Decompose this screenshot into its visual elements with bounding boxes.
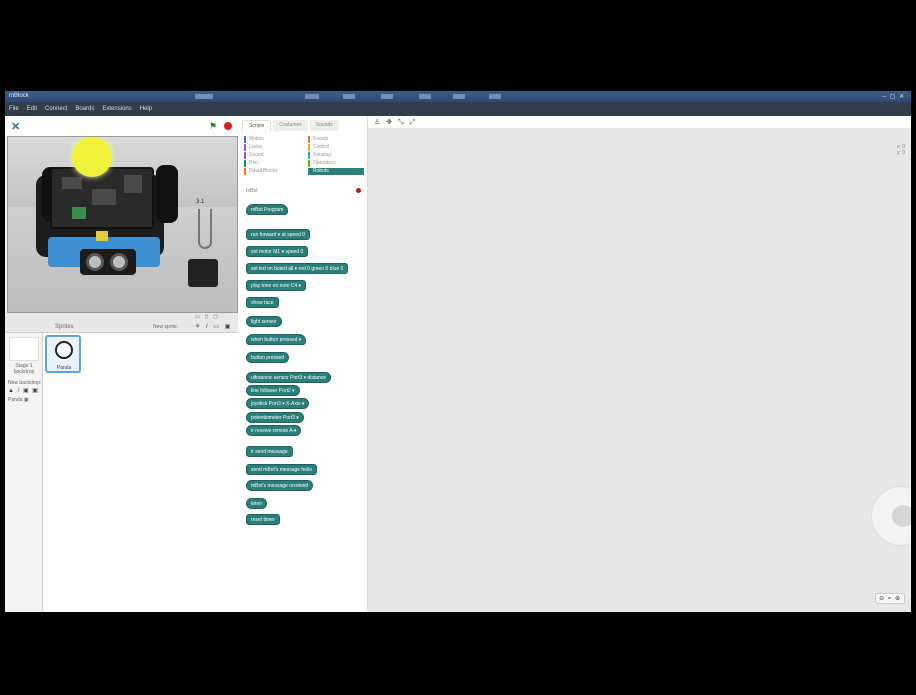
zoom-controls[interactable]: ⊖ = ⊕ — [875, 593, 905, 604]
menu-file[interactable]: File — [9, 106, 19, 112]
usb-cable — [198, 209, 212, 249]
block-show-face[interactable]: show face — [246, 297, 279, 308]
category-sound[interactable]: Sound — [244, 152, 300, 159]
sprites-label: Sprites — [55, 324, 74, 330]
block-reset-timer[interactable]: reset timer — [246, 514, 280, 525]
green-flag-icon[interactable]: ⚑ — [209, 121, 217, 132]
taskbar-icon[interactable] — [489, 94, 501, 99]
window-controls[interactable]: – ▢ ✕ — [883, 93, 905, 100]
stage-size-controls[interactable]: ▭ ▯ ▢ — [195, 314, 220, 320]
block-categories: Motion Looks Sound Pen Data&Blocks Events Cont… — [244, 136, 364, 180]
fullscreen-icon[interactable]: ✕ — [11, 120, 20, 133]
script-tools[interactable]: ♙ ✥ ⤡ ⤢ — [374, 118, 417, 127]
block-mbot-s-message-received[interactable]: mBot's message received — [246, 480, 314, 491]
scroll-wheel-knob[interactable] — [892, 505, 911, 527]
block-joystick-port3-x-axis[interactable]: joystick Port3 ▾ X-Axis ▾ — [246, 398, 310, 409]
cable-label: 3.1 — [196, 199, 205, 205]
robot-wheel-right — [156, 165, 178, 223]
block-ir-receive-remote-a[interactable]: ir receive remote A ▾ — [246, 425, 302, 436]
ir-remote-module — [188, 259, 218, 287]
taskbar-icon[interactable] — [195, 94, 213, 99]
category-events[interactable]: Events — [308, 136, 364, 143]
menu-help[interactable]: Help — [140, 106, 152, 112]
tab-sounds[interactable]: Sounds — [309, 120, 339, 131]
stage-thumbnail[interactable] — [9, 337, 39, 361]
category-operators[interactable]: Operators — [308, 160, 364, 167]
new-backdrop-tools[interactable]: ▲ / ▣ ▣ — [8, 387, 39, 394]
scripts-toolbar: ♙ ✥ ⤡ ⤢ — [368, 116, 911, 128]
app-screen: mBlock – ▢ ✕ File Edit Connect Boards Ex… — [5, 91, 911, 612]
tab-costumes[interactable]: Costumes — [273, 120, 308, 131]
stage-backdrop-column: Stage 1 backdrop New backdrop: ▲ / ▣ ▣ P… — [5, 333, 43, 612]
board-connector — [72, 207, 86, 219]
sprite-pane-header: ▭ ▯ ▢ Sprites New sprite: ⚘ / ▭ ▣ — [5, 313, 238, 333]
scroll-wheel[interactable] — [871, 486, 911, 546]
sprite-thumbnail-panda[interactable]: Panda — [45, 335, 81, 373]
robot-section-title: mBot — [246, 188, 258, 194]
block-when-button-pressed[interactable]: when button pressed ▾ — [246, 334, 307, 345]
category-control[interactable]: Control — [308, 144, 364, 151]
new-sprite-tools[interactable]: ⚘ / ▭ ▣ — [195, 323, 232, 330]
board-chip — [62, 177, 82, 189]
category-robots[interactable]: Robots — [308, 168, 364, 175]
yellow-ball — [72, 137, 112, 177]
robot-yellow-module — [96, 231, 108, 241]
video-frame: mBlock – ▢ ✕ File Edit Connect Boards Ex… — [0, 0, 916, 695]
taskbar-icon[interactable] — [453, 94, 465, 99]
sprite-name: Panda — [56, 365, 72, 371]
block-ultrasonic-sensor-port3-distan[interactable]: ultrasonic sensor Port3 ▾ distance — [246, 372, 332, 383]
coords-readout: x: 0 y: 0 — [896, 144, 905, 156]
menu-connect[interactable]: Connect — [45, 106, 67, 112]
connection-status-dot — [356, 188, 361, 193]
ultrasonic-sensor — [80, 249, 136, 275]
block-button-pressed[interactable]: button pressed — [246, 352, 290, 363]
window-titlebar: mBlock – ▢ ✕ — [5, 91, 911, 102]
new-sprite-label: New sprite: — [153, 324, 179, 330]
category-sensing[interactable]: Sensing — [308, 152, 364, 159]
robot-circuit-board — [50, 167, 154, 229]
board-chip — [124, 175, 142, 193]
taskbar-icon[interactable] — [381, 94, 393, 99]
menu-extensions[interactable]: Extensions — [102, 106, 131, 112]
block-send-mbot-s-message-hello[interactable]: send mBot's message hello — [246, 464, 317, 475]
stage-thumbnail-label: Stage 1 backdrop — [13, 363, 35, 375]
category-datablocks[interactable]: Data&Blocks — [244, 168, 300, 175]
menu-bar: File Edit Connect Boards Extensions Help — [5, 102, 911, 116]
ultrasonic-eye — [110, 253, 128, 271]
stop-button[interactable] — [224, 122, 232, 130]
category-looks[interactable]: Looks — [244, 144, 300, 151]
block-set-led-on-board-all-red-0-gre[interactable]: set led on board all ▾ red 0 green 0 blu… — [246, 263, 349, 274]
tab-scripts[interactable]: Scripts — [242, 120, 272, 131]
sprite-list: Panda — [43, 333, 238, 612]
block-light-sensor[interactable]: light sensor — [246, 316, 282, 327]
block-line-follower-port2[interactable]: line follower Port2 ▾ — [246, 385, 300, 396]
category-motion[interactable]: Motion — [244, 136, 300, 143]
new-backdrop-extra[interactable]: Panda ▣ — [8, 397, 29, 403]
taskbar-icon[interactable] — [343, 94, 355, 99]
panda-icon — [55, 341, 73, 359]
block-potentiometer-port3[interactable]: potentiometer Port3 ▾ — [246, 412, 304, 423]
block-set-motor-m1-speed-0[interactable]: set motor M1 ▾ speed 0 — [246, 246, 309, 257]
new-backdrop-label: New backdrop: — [8, 380, 42, 386]
palette-tabs: Scripts Costumes Sounds — [242, 120, 339, 131]
scripts-area[interactable]: x: 0 y: 0 ⊖ = ⊕ — [368, 128, 911, 612]
category-pen[interactable]: Pen — [244, 160, 300, 167]
taskbar-icon[interactable] — [305, 94, 319, 99]
block-run-forward-at-speed-0[interactable]: run forward ▾ at speed 0 — [246, 229, 310, 240]
block-mbot-program[interactable]: mBot Program — [246, 204, 289, 215]
ultrasonic-eye — [86, 253, 104, 271]
stage-view[interactable]: 3.1 — [7, 136, 238, 313]
board-chip — [92, 189, 116, 205]
block-ir-send-message[interactable]: ir send message — [246, 446, 293, 457]
block-palette: Scripts Costumes Sounds Motion Looks Sound… — [238, 116, 368, 612]
block-play-tone-on-note-c4[interactable]: play tone on note C4 ▾ — [246, 280, 307, 291]
menu-boards[interactable]: Boards — [75, 106, 94, 112]
menu-edit[interactable]: Edit — [27, 106, 37, 112]
window-title: mBlock — [9, 93, 29, 99]
stage-toolbar: ✕ ⚑ — [5, 116, 238, 136]
taskbar-icon[interactable] — [419, 94, 431, 99]
block-timer[interactable]: timer — [246, 498, 268, 509]
